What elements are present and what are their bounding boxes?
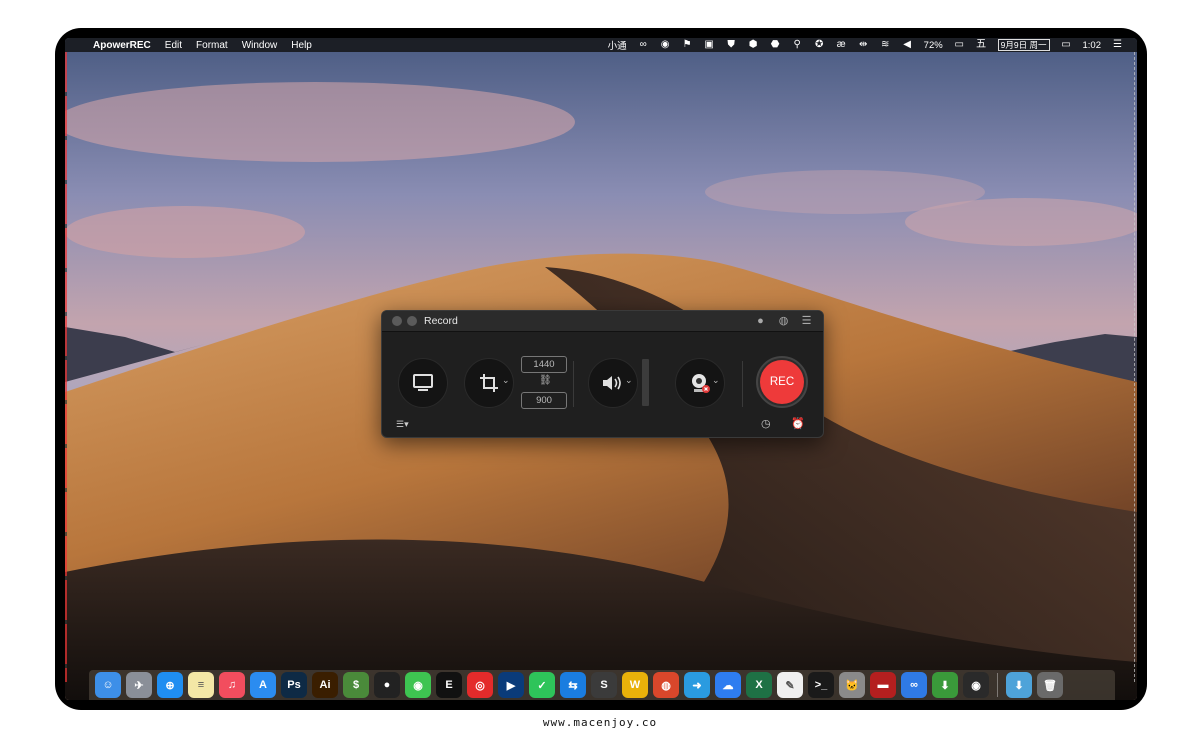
dock-sublime-icon[interactable]: S — [591, 672, 617, 698]
dock-textedit-icon[interactable]: ✎ — [777, 672, 803, 698]
height-field[interactable]: 900 — [521, 392, 567, 409]
sound-wave-icon[interactable]: ◉ — [660, 40, 671, 50]
menu-icon[interactable]: ☰ — [800, 314, 813, 327]
dock-downloads-folder-icon[interactable]: ⬇ — [1006, 672, 1032, 698]
rec-button[interactable]: REC — [760, 360, 804, 404]
dock-wechat-icon[interactable]: ◉ — [405, 672, 431, 698]
dock-safari-icon[interactable]: ⊕ — [157, 672, 183, 698]
battery-percent[interactable]: 72% — [924, 40, 943, 51]
network-icon[interactable]: ⇹ — [858, 40, 869, 50]
keyboard-layout-icon[interactable]: 五 — [976, 40, 987, 50]
menu-time[interactable]: 1:02 — [1083, 40, 1102, 51]
crop-icon — [480, 374, 498, 392]
dock-trash-icon[interactable]: 🗑 — [1037, 672, 1063, 698]
user-icon[interactable]: ● — [754, 314, 767, 327]
compass-icon[interactable]: ✪ — [814, 40, 825, 50]
shield-icon[interactable]: ⛊ — [726, 40, 737, 50]
selection-edge-left — [65, 52, 67, 682]
flag-icon[interactable]: ⚑ — [682, 40, 693, 50]
dock-touch-icon[interactable]: ✓ — [529, 672, 555, 698]
dock-vpn-icon[interactable]: W — [622, 672, 648, 698]
chat-icon[interactable]: ◍ — [777, 314, 790, 327]
volume-icon[interactable]: ◀ — [902, 40, 913, 50]
audio-dropdown-icon[interactable]: ⌄ — [625, 375, 633, 386]
webcam-off-icon — [692, 374, 710, 393]
search-icon[interactable]: ⚲ — [792, 40, 803, 50]
dock-enjoy-icon[interactable]: E — [436, 672, 462, 698]
dock-illustrator-icon[interactable]: Ai — [312, 672, 338, 698]
list-options-icon[interactable]: ☰▾ — [396, 419, 409, 430]
speaker-icon — [603, 376, 621, 390]
menu-bar: ApowerREC Edit Format Window Help 小通 ∞ ◉… — [65, 38, 1137, 52]
status-text-xiaotong[interactable]: 小通 — [608, 38, 627, 52]
display-icon[interactable]: ▣ — [704, 40, 715, 50]
record-titlebar[interactable]: Record ● ◍ ☰ — [382, 311, 823, 332]
dock-notes-icon[interactable]: ≡ — [188, 672, 214, 698]
vpn-icon[interactable]: ⬣ — [770, 40, 781, 50]
airplay-icon[interactable]: ▭ — [1061, 40, 1072, 50]
notification-center-icon[interactable]: ☰ — [1112, 40, 1123, 50]
dock: ☺ ✈ ⊕ ≡ ♫ A Ps Ai $ ● ◉ E ◎ ▶ ✓ ⇆ S W ◍ ➜ ☁ X ✎ >_ 🐱 ▬ ∞ ⬇ ◉ ⬇ 🗑 — [89, 670, 1115, 700]
cube-icon[interactable]: ⬢ — [748, 40, 759, 50]
dock-app-store-icon[interactable]: A — [250, 672, 276, 698]
menu-edit[interactable]: Edit — [165, 40, 182, 51]
menu-date[interactable]: 9月9日 周一 — [997, 39, 1050, 51]
dock-cat-icon[interactable]: 🐱 — [839, 672, 865, 698]
dock-baidu-netdisk-icon[interactable]: ∞ — [901, 672, 927, 698]
menu-app-name[interactable]: ApowerREC — [93, 40, 151, 51]
record-window: Record ● ◍ ☰ ☰▾ ⌄ 1440 ⛓ 900 ⌄ ⌄ REC ◷ ⏰ — [381, 310, 824, 438]
dock-separator — [997, 673, 998, 697]
dock-installer-icon[interactable]: ⬇ — [932, 672, 958, 698]
alarm-schedule-icon[interactable]: ⏰ — [791, 417, 805, 430]
dock-monitor-icon[interactable]: ▬ — [870, 672, 896, 698]
dock-terminal-icon[interactable]: >_ — [808, 672, 834, 698]
dock-netease-music-icon[interactable]: ◎ — [467, 672, 493, 698]
minimize-dot[interactable] — [407, 316, 417, 326]
fullscreen-mode-button[interactable] — [398, 358, 448, 408]
clock-icon[interactable]: ◷ — [761, 417, 771, 430]
rec-button-ring: REC — [756, 356, 808, 408]
desktop-screen: ApowerREC Edit Format Window Help 小通 ∞ ◉… — [65, 38, 1137, 700]
divider — [742, 361, 743, 407]
dock-apowerrec-icon[interactable]: ◉ — [963, 672, 989, 698]
monitor-icon — [413, 374, 433, 391]
region-dropdown-icon[interactable]: ⌄ — [502, 375, 510, 386]
window-title: Record — [424, 315, 458, 327]
dock-photoshop-icon[interactable]: Ps — [281, 672, 307, 698]
watermark: www.macenjoy.co — [542, 716, 658, 729]
webcam-dropdown-icon[interactable]: ⌄ — [712, 375, 720, 386]
dock-chrome-icon[interactable]: ◍ — [653, 672, 679, 698]
dock-launchpad-icon[interactable]: ✈ — [126, 672, 152, 698]
volume-level-bar[interactable] — [642, 359, 649, 406]
wifi-icon[interactable]: ≋ — [880, 40, 891, 50]
close-dot[interactable] — [392, 316, 402, 326]
input-method-icon[interactable]: æ — [836, 40, 847, 50]
menu-window[interactable]: Window — [242, 40, 278, 51]
dock-transfer-icon[interactable]: ➜ — [684, 672, 710, 698]
aspect-link-icon[interactable]: ⛓ — [539, 375, 552, 386]
divider — [573, 361, 574, 407]
dock-teamviewer-icon[interactable]: ⇆ — [560, 672, 586, 698]
width-field[interactable]: 1440 — [521, 356, 567, 373]
dock-audio-icon[interactable]: ▶ — [498, 672, 524, 698]
dock-finder-icon[interactable]: ☺ — [95, 672, 121, 698]
battery-icon[interactable]: ▭ — [954, 40, 965, 50]
creative-cloud-icon[interactable]: ∞ — [638, 40, 649, 50]
menu-help[interactable]: Help — [291, 40, 312, 51]
menu-format[interactable]: Format — [196, 40, 228, 51]
dock-money-icon[interactable]: $ — [343, 672, 369, 698]
selection-dash-right — [1134, 52, 1135, 682]
dock-music-icon[interactable]: ♫ — [219, 672, 245, 698]
dock-excel-icon[interactable]: X — [746, 672, 772, 698]
dock-cloud-icon[interactable]: ☁ — [715, 672, 741, 698]
dock-qq-icon[interactable]: ● — [374, 672, 400, 698]
